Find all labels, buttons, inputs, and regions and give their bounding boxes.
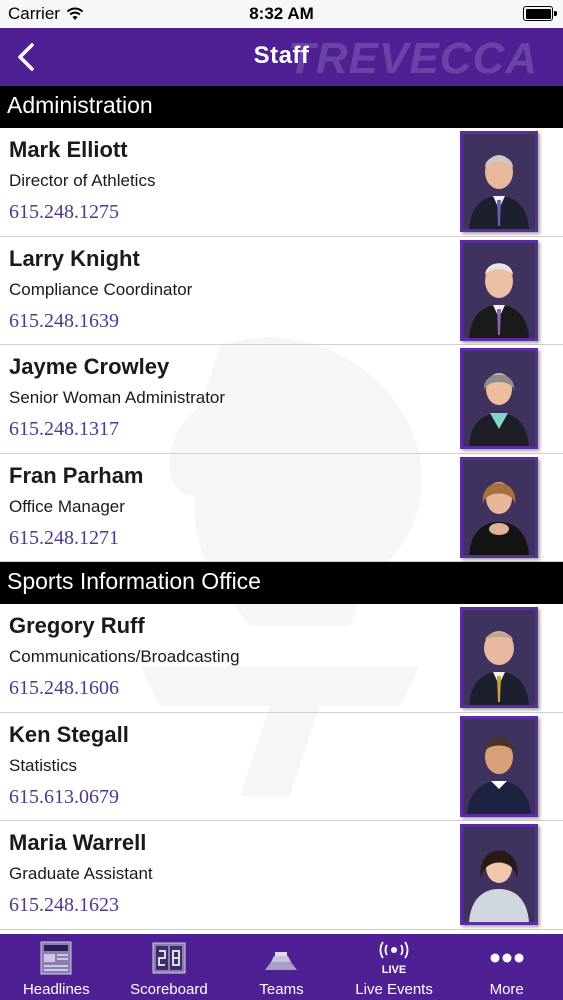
tab-label: More <box>489 981 524 998</box>
staff-phone-link[interactable]: 615.248.1271 <box>9 527 119 550</box>
tab-label: Teams <box>259 981 304 998</box>
page-title: Staff <box>253 42 310 69</box>
staff-name: Ken Stegall <box>9 721 129 747</box>
section-header-administration: Administration <box>0 86 563 128</box>
staff-phone-link[interactable]: 615.248.1275 <box>9 201 119 224</box>
staff-photo <box>460 607 538 708</box>
staff-photo <box>460 456 538 558</box>
status-time: 8:32 AM <box>249 4 314 23</box>
staff-phone-link[interactable]: 615.248.1606 <box>9 677 119 700</box>
staff-role: Senior Woman Administrator <box>9 388 226 407</box>
staff-row-jayme-crowley[interactable]: Jayme Crowley Senior Woman Administrator… <box>0 345 563 454</box>
newspaper-icon <box>40 941 72 975</box>
staff-role: Director of Athletics <box>9 171 156 190</box>
status-bar: Carrier 8:32 AM <box>0 0 563 28</box>
staff-row-larry-knight[interactable]: Larry Knight Compliance Coordinator 615.… <box>0 236 563 345</box>
staff-row-mark-elliott[interactable]: Mark Elliott Director of Athletics 615.2… <box>0 128 563 237</box>
staff-name: Mark Elliott <box>9 137 128 162</box>
staff-row-fran-parham[interactable]: Fran Parham Office Manager 615.248.1271 <box>0 453 563 562</box>
live-broadcast-icon: LIVE <box>379 941 409 976</box>
tab-live-events[interactable]: LIVE Live Events <box>338 934 451 1000</box>
tab-scoreboard[interactable]: Scoreboard <box>113 934 226 1000</box>
tab-label: Headlines <box>22 981 90 998</box>
staff-role: Compliance Coordinator <box>9 279 193 299</box>
staff-phone-link[interactable]: 615.248.1317 <box>9 418 119 441</box>
tab-bar: Headlines Scoreboard Teams LIVE Live Eve… <box>0 934 563 1000</box>
staff-phone-link[interactable]: 615.248.1639 <box>9 310 119 333</box>
staff-phone-link[interactable]: 615.248.1623 <box>9 894 119 917</box>
scoreboard-icon <box>152 942 186 974</box>
staff-name: Jayme Crowley <box>9 354 170 379</box>
staff-row-gregory-ruff[interactable]: Gregory Ruff Communications/Broadcasting… <box>0 604 563 713</box>
teams-icon <box>265 952 298 970</box>
staff-role: Office Manager <box>9 496 125 516</box>
staff-role: Statistics <box>9 755 78 775</box>
staff-phone-link[interactable]: 615.613.0679 <box>9 786 119 809</box>
staff-photo <box>460 239 538 341</box>
staff-row-ken-stegall[interactable]: Ken Stegall Statistics 615.613.0679 <box>0 712 563 821</box>
battery-icon <box>523 6 557 21</box>
svg-text:LIVE: LIVE <box>382 964 406 976</box>
staff-role: Graduate Assistant <box>9 864 153 883</box>
tab-teams[interactable]: Teams <box>225 934 338 1000</box>
staff-photo <box>460 348 538 449</box>
staff-name: Maria Warrell <box>9 830 147 855</box>
nav-bar: TREVECCA Staff <box>0 28 563 86</box>
staff-role: Communications/Broadcasting <box>9 647 240 666</box>
staff-photo <box>460 715 538 817</box>
tab-headlines[interactable]: Headlines <box>0 934 113 1000</box>
staff-photo <box>460 824 538 925</box>
more-dots-icon <box>490 953 524 963</box>
staff-row-maria-warrell[interactable]: Maria Warrell Graduate Assistant 615.248… <box>0 821 563 930</box>
staff-list[interactable]: Administration Mark Elliott Director of … <box>0 86 563 934</box>
staff-photo <box>460 131 538 232</box>
tab-label: Scoreboard <box>130 981 208 998</box>
tab-more[interactable]: More <box>450 934 563 1000</box>
staff-name: Fran Parham <box>9 462 144 488</box>
tab-label: Live Events <box>355 981 433 998</box>
section-header-sports-information-office: Sports Information Office <box>0 562 563 604</box>
staff-name: Gregory Ruff <box>9 613 145 638</box>
staff-name: Larry Knight <box>9 245 140 271</box>
